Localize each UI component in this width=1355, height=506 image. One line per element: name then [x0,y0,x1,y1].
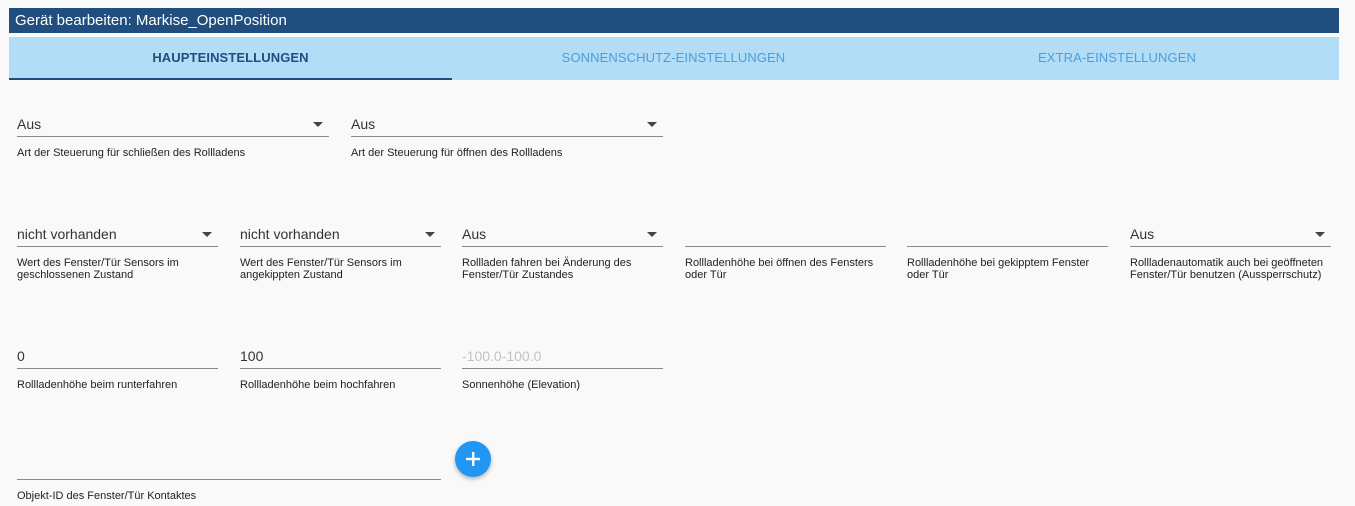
contact-object-id-input[interactable]: Objekt-ID des Fenster/Tür Kontaktes [17,450,441,502]
contact-object-id-label: Objekt-ID des Fenster/Tür Kontaktes [17,490,197,502]
height-window-tilted-input[interactable]: Rollladenhöhe bei gekipptem Fenster oder… [907,217,1108,281]
tab-main-settings[interactable]: HAUPTEINSTELLUNGEN [9,37,452,80]
chevron-down-icon [425,232,435,237]
sensor-closed-select[interactable]: nicht vorhanden Wert des Fenster/Tür Sen… [17,217,218,281]
lockout-protection-value: Aus [1130,226,1155,242]
chevron-down-icon [647,122,657,127]
height-down-label: Rollladenhöhe beim runterfahren [17,379,178,391]
tab-extra-settings[interactable]: EXTRA-EINSTELLUNGEN [895,37,1339,80]
open-control-value: Aus [351,116,376,132]
lockout-protection-select[interactable]: Aus Rollladenautomatik auch bei geöffnet… [1130,217,1331,281]
close-control-select[interactable]: Aus Art der Steuerung für schließen des … [17,107,329,159]
sensor-tilted-select[interactable]: nicht vorhanden Wert des Fenster/Tür Sen… [240,217,441,281]
height-up-value: 100 [240,348,264,364]
chevron-down-icon [647,232,657,237]
sensor-closed-value: nicht vorhanden [17,226,117,242]
height-window-tilted-label: Rollladenhöhe bei gekipptem Fenster oder… [907,257,1090,281]
active-tab-indicator [9,78,452,80]
open-control-label: Art der Steuerung für öffnen des Rolllad… [351,147,563,159]
height-up-label: Rollladenhöhe beim hochfahren [240,379,396,391]
tab-bar: HAUPTEINSTELLUNGEN SONNENSCHUTZ-EINSTELL… [9,37,1339,80]
chevron-down-icon [1315,232,1325,237]
height-window-open-label: Rollladenhöhe bei öffnen des Fensters od… [685,257,874,281]
dialog-title: Gerät bearbeiten: Markise_OpenPosition [9,8,1339,33]
open-control-select[interactable]: Aus Art der Steuerung für öffnen des Rol… [351,107,663,159]
sun-elevation-input[interactable]: -100.0-100.0 Sonnenhöhe (Elevation) [462,339,663,391]
height-window-open-input[interactable]: Rollladenhöhe bei öffnen des Fensters od… [685,217,886,281]
height-down-input[interactable]: 0 Rollladenhöhe beim runterfahren [17,339,218,391]
chevron-down-icon [313,122,323,127]
sensor-tilted-label: Wert des Fenster/Tür Sensors im angekipp… [240,257,402,281]
sun-elevation-label: Sonnenhöhe (Elevation) [462,379,581,391]
tab-sun-protection-settings[interactable]: SONNENSCHUTZ-EINSTELLUNGEN [452,37,895,80]
close-control-value: Aus [17,116,42,132]
sun-elevation-placeholder: -100.0-100.0 [462,348,542,364]
close-control-label: Art der Steuerung für schließen des Roll… [17,147,246,159]
add-object-id-button[interactable] [455,441,491,477]
drive-on-change-label: Rollladen fahren bei Änderung des Fenste… [462,257,632,281]
height-up-input[interactable]: 100 Rollladenhöhe beim hochfahren [240,339,441,391]
drive-on-change-select[interactable]: Aus Rollladen fahren bei Änderung des Fe… [462,217,663,281]
drive-on-change-value: Aus [462,226,487,242]
sensor-tilted-value: nicht vorhanden [240,226,340,242]
chevron-down-icon [202,232,212,237]
plus-icon [466,452,480,466]
sensor-closed-label: Wert des Fenster/Tür Sensors im geschlos… [17,257,179,281]
height-down-value: 0 [17,348,25,364]
lockout-protection-label: Rollladenautomatik auch bei geöffneten F… [1130,257,1324,281]
